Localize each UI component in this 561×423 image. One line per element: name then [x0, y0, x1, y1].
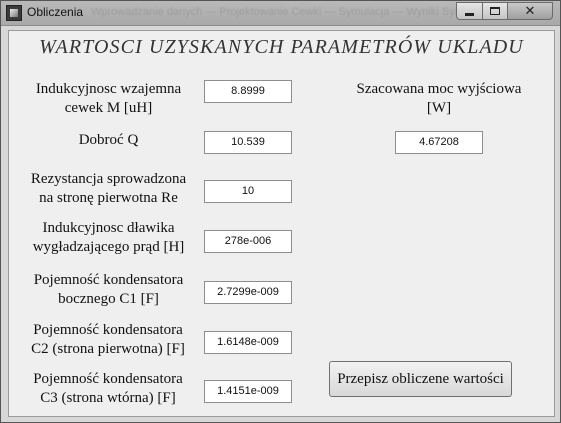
resistance-label: Rezystancja sprowadzona na stronę pierwo…	[21, 170, 196, 208]
output-power-label: Szacowana moc wyjściowa [W]	[339, 80, 539, 118]
label-line: cewek M [uH]	[64, 100, 153, 116]
window-title: Obliczenia	[27, 5, 84, 19]
label-line: C2 (strona pierwotna) [F]	[31, 341, 185, 357]
output-power-field[interactable]: 4.67208	[395, 131, 483, 154]
mutual-inductance-label: Indukcyjnosc wzajemna cewek M [uH]	[21, 80, 196, 118]
label-line: Indukcyjnosc dławika	[42, 220, 175, 236]
label-line: Szacowana moc wyjściowa	[356, 81, 522, 97]
label-line: na stronę pierwotna Re	[39, 190, 178, 206]
app-icon	[6, 5, 22, 21]
label-line: Pojemność kondensatora	[33, 371, 183, 387]
label-line: Indukcyjnosc wzajemna	[35, 81, 182, 97]
close-button[interactable]: ✕	[507, 2, 553, 20]
maximize-icon	[490, 7, 500, 15]
c1-capacitance-field[interactable]: 2.7299e-009	[204, 281, 292, 304]
minimize-button[interactable]	[456, 2, 483, 20]
page-title: WARTOSCI UZYSKANYCH PARAMETRÓW UKLADU	[39, 36, 524, 58]
c1-capacitance-label: Pojemność kondensatora bocznego C1 [F]	[21, 271, 196, 309]
close-icon: ✕	[524, 3, 536, 19]
copy-values-button[interactable]: Przepisz obliczene wartości	[329, 361, 512, 397]
title-bar[interactable]: Obliczenia Wprowadzanie danych — Projekt…	[1, 1, 560, 26]
maximize-button[interactable]	[482, 2, 508, 20]
c2-capacitance-field[interactable]: 1.6148e-009	[204, 331, 292, 354]
c2-capacitance-label: Pojemność kondensatora C2 (strona pierwo…	[13, 321, 203, 359]
c3-capacitance-label: Pojemność kondensatora C3 (strona wtórna…	[13, 370, 203, 408]
label-line: Dobroć Q	[78, 132, 139, 148]
label-line: wygładzającego prąd [H]	[32, 239, 185, 255]
choke-inductance-field[interactable]: 278e-006	[204, 230, 292, 253]
label-line: Pojemność kondensatora	[33, 322, 183, 338]
background-window-title: Wprowadzanie danych — Projektowanie Cewk…	[91, 6, 489, 18]
minimize-icon	[465, 12, 474, 16]
quality-factor-label: Dobroć Q	[21, 131, 196, 150]
label-line: [W]	[426, 100, 452, 116]
obliczenia-window: Obliczenia Wprowadzanie danych — Projekt…	[0, 0, 561, 423]
label-line: Pojemność kondensatora	[33, 272, 184, 288]
label-line: bocznego C1 [F]	[58, 291, 159, 307]
quality-factor-field[interactable]: 10.539	[204, 131, 292, 154]
c3-capacitance-field[interactable]: 1.4151e-009	[204, 380, 292, 403]
label-line: C3 (strona wtórna) [F]	[40, 390, 176, 406]
resistance-field[interactable]: 10	[204, 180, 292, 203]
label-line: Rezystancja sprowadzona	[30, 171, 187, 187]
choke-inductance-label: Indukcyjnosc dławika wygładzającego prąd…	[21, 219, 196, 257]
mutual-inductance-field[interactable]: 8.8999	[204, 80, 292, 103]
